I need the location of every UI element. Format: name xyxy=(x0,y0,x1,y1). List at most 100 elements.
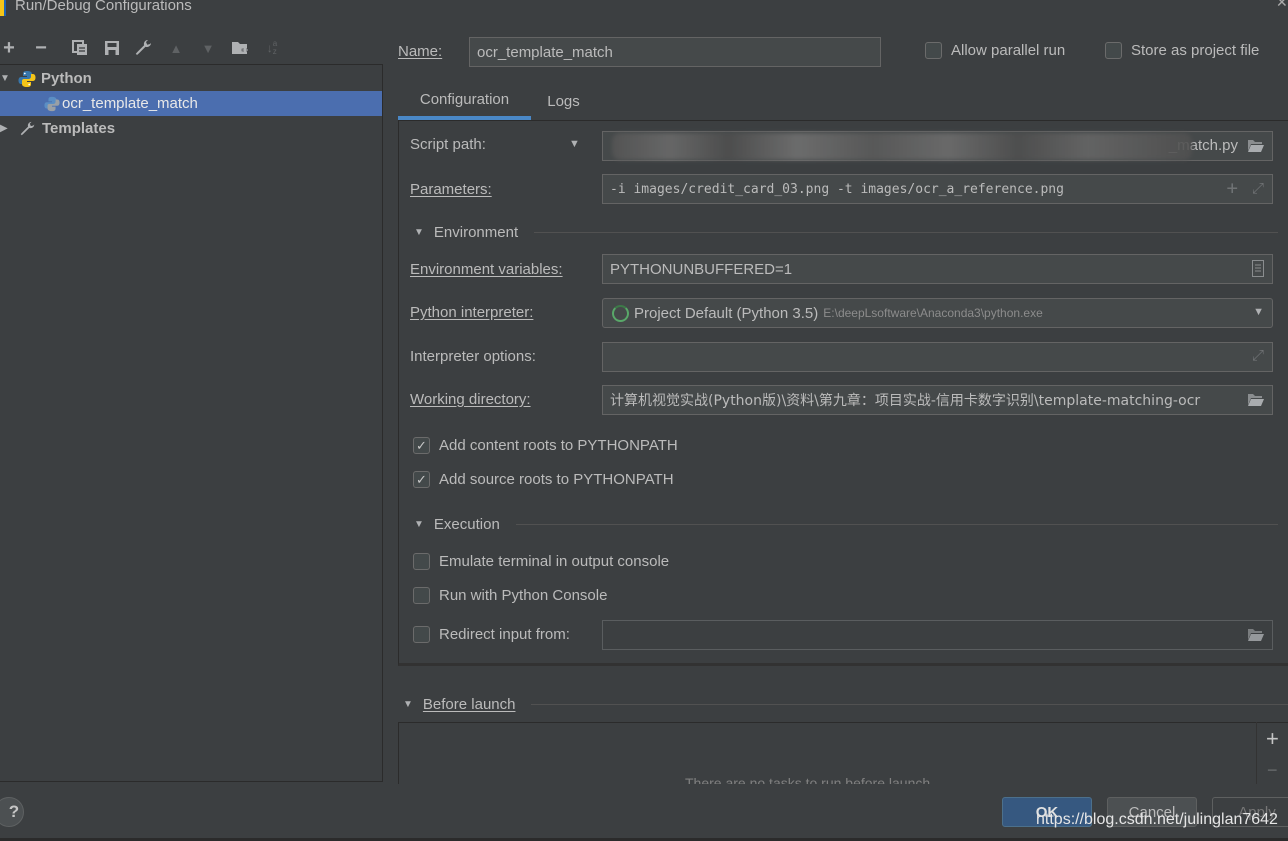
name-input[interactable]: ocr_template_match xyxy=(469,37,881,67)
checkbox-box[interactable] xyxy=(925,42,942,59)
save-icon[interactable] xyxy=(96,37,128,59)
edit-env-vars-icon[interactable] xyxy=(1252,260,1264,280)
environment-section-title: Environment xyxy=(433,224,519,241)
add-content-roots-checkbox[interactable]: ✓ Add content roots to PYTHONPATH xyxy=(413,437,678,454)
tab-configuration[interactable]: Configuration xyxy=(398,82,531,120)
env-vars-input[interactable]: PYTHONUNBUFFERED=1 xyxy=(602,254,1273,284)
working-dir-label-text: Working directory: xyxy=(410,391,531,408)
interpreter-status-icon xyxy=(612,304,629,322)
add-task-icon[interactable]: + xyxy=(1266,726,1279,752)
checkbox-box[interactable]: ✓ xyxy=(413,437,430,454)
parameters-value: -i images/credit_card_03.png -t images/o… xyxy=(610,181,1064,197)
wrench-icon xyxy=(20,121,36,137)
add-source-roots-checkbox[interactable]: ✓ Add source roots to PYTHONPATH xyxy=(413,471,674,488)
before-launch-title: Before launch xyxy=(422,696,516,713)
tree-item-templates[interactable]: ▶ Templates xyxy=(0,116,382,141)
script-path-label: Script path: xyxy=(410,136,486,153)
interpreter-path: E:\deepLsoftware\Anaconda3\python.exe xyxy=(823,306,1043,320)
tree-item-label: Python xyxy=(41,70,92,87)
add-content-roots-label: Add content roots to PYTHONPATH xyxy=(439,437,678,454)
env-vars-label-text: Environment variables: xyxy=(410,261,563,278)
execution-section-title: Execution xyxy=(433,516,500,533)
copy-icon[interactable] xyxy=(64,37,96,59)
checkbox-box[interactable] xyxy=(1105,42,1122,59)
interpreter-select[interactable]: Project Default (Python 3.5) E:\deepLsof… xyxy=(602,298,1273,328)
checkbox-box[interactable] xyxy=(413,553,430,570)
allow-parallel-run-label: Allow parallel run xyxy=(951,42,1066,59)
folder-icon[interactable] xyxy=(1247,138,1264,156)
name-label-text: Name: xyxy=(398,43,443,60)
section-divider xyxy=(515,524,1278,525)
window-title: Run/Debug Configurations xyxy=(15,0,192,14)
before-launch-task-list: There are no tasks to run before launch xyxy=(398,722,1288,784)
interpreter-options-input[interactable]: ⤢ xyxy=(602,342,1273,372)
allow-parallel-run-checkbox[interactable]: Allow parallel run xyxy=(925,42,1065,59)
redacted-path xyxy=(612,133,1192,160)
tree-item-ocr-template-match[interactable]: ocr_template_match xyxy=(0,91,382,116)
store-as-project-file-checkbox[interactable]: Store as project file xyxy=(1105,42,1259,59)
store-as-project-file-label: Store as project file xyxy=(1131,42,1260,59)
watermark-text: https://blog.csdn.net/julinglan7642 xyxy=(1036,811,1278,828)
parameters-input[interactable]: -i images/credit_card_03.png -t images/o… xyxy=(602,174,1273,204)
parameters-label-text: Parameters: xyxy=(410,181,492,198)
add-icon[interactable]: + xyxy=(0,37,18,59)
execution-section[interactable]: ▼ Execution xyxy=(414,516,1278,533)
name-value: ocr_template_match xyxy=(477,43,613,61)
env-vars-label: Environment variables: xyxy=(410,261,563,278)
python-file-icon xyxy=(44,96,60,112)
help-button[interactable]: ? xyxy=(0,797,24,827)
collapse-arrow-icon[interactable]: ▼ xyxy=(414,227,424,238)
before-launch-section[interactable]: ▼ Before launch xyxy=(403,696,1288,713)
collapse-arrow-icon[interactable]: ▼ xyxy=(403,699,413,710)
interpreter-label: Python interpreter: xyxy=(410,304,533,321)
working-dir-input[interactable]: 计算机视觉实战(Python版)\资料\第九章：项目实战-信用卡数字识别\tem… xyxy=(602,385,1273,415)
parameters-label: Parameters: xyxy=(410,181,492,198)
tab-logs[interactable]: Logs xyxy=(531,82,596,120)
close-icon[interactable]: ✕ xyxy=(1276,0,1288,11)
environment-section[interactable]: ▼ Environment xyxy=(414,224,1278,241)
wrench-icon[interactable] xyxy=(128,37,160,59)
add-macro-icon[interactable]: + xyxy=(1227,177,1238,199)
working-dir-value: 计算机视觉实战(Python版)\资料\第九章：项目实战-信用卡数字识别\tem… xyxy=(610,393,1201,409)
interpreter-label-text: Python interpreter: xyxy=(410,304,534,321)
checkbox-box[interactable]: ✓ xyxy=(413,471,430,488)
sort-icon[interactable]: ↓ a z xyxy=(256,37,288,59)
configuration-tree: ▼ Python ocr_template_match ▶ Templates xyxy=(0,64,383,782)
section-divider xyxy=(534,232,1278,233)
script-type-dropdown-icon[interactable]: ▼ xyxy=(569,138,580,150)
before-launch-toolbar: + − xyxy=(1256,722,1288,784)
interpreter-value: Project Default (Python 3.5) xyxy=(634,304,819,322)
emulate-terminal-checkbox[interactable]: Emulate terminal in output console xyxy=(413,553,669,570)
expand-arrow-icon[interactable]: ▼ xyxy=(0,73,10,84)
tree-item-python[interactable]: ▼ Python xyxy=(0,66,382,91)
section-divider xyxy=(531,704,1288,705)
empty-tasks-text: There are no tasks to run before launch xyxy=(685,775,931,784)
folder-icon[interactable] xyxy=(1243,392,1264,410)
remove-icon[interactable]: − xyxy=(18,37,64,59)
move-down-icon[interactable]: ▼ xyxy=(192,37,224,59)
remove-task-icon[interactable]: − xyxy=(1267,760,1278,781)
redirect-input-checkbox[interactable]: Redirect input from: xyxy=(413,626,570,643)
move-up-icon[interactable]: ▲ xyxy=(160,37,192,59)
name-label: Name: xyxy=(398,43,442,60)
checkbox-box[interactable] xyxy=(413,626,430,643)
redirect-input-field[interactable] xyxy=(602,620,1273,650)
folder-icon[interactable] xyxy=(1247,627,1264,645)
run-with-console-label: Run with Python Console xyxy=(439,587,608,604)
expand-icon[interactable]: ⤢ xyxy=(1252,179,1264,197)
redirect-input-label: Redirect input from: xyxy=(439,626,570,643)
app-icon xyxy=(0,0,6,16)
run-with-console-checkbox[interactable]: Run with Python Console xyxy=(413,587,607,604)
expand-icon[interactable]: ⤢ xyxy=(1252,347,1264,364)
tree-item-label: Templates xyxy=(42,120,116,137)
new-folder-icon[interactable] xyxy=(224,37,256,59)
python-icon xyxy=(18,70,36,88)
chevron-down-icon[interactable]: ▼ xyxy=(1253,306,1264,318)
expand-arrow-icon[interactable]: ▶ xyxy=(0,123,10,134)
add-source-roots-label: Add source roots to PYTHONPATH xyxy=(439,471,674,488)
tree-item-label: ocr_template_match xyxy=(62,95,198,112)
working-dir-label: Working directory: xyxy=(410,391,531,408)
collapse-arrow-icon[interactable]: ▼ xyxy=(414,519,424,530)
checkbox-box[interactable] xyxy=(413,587,430,604)
emulate-terminal-label: Emulate terminal in output console xyxy=(439,553,670,570)
